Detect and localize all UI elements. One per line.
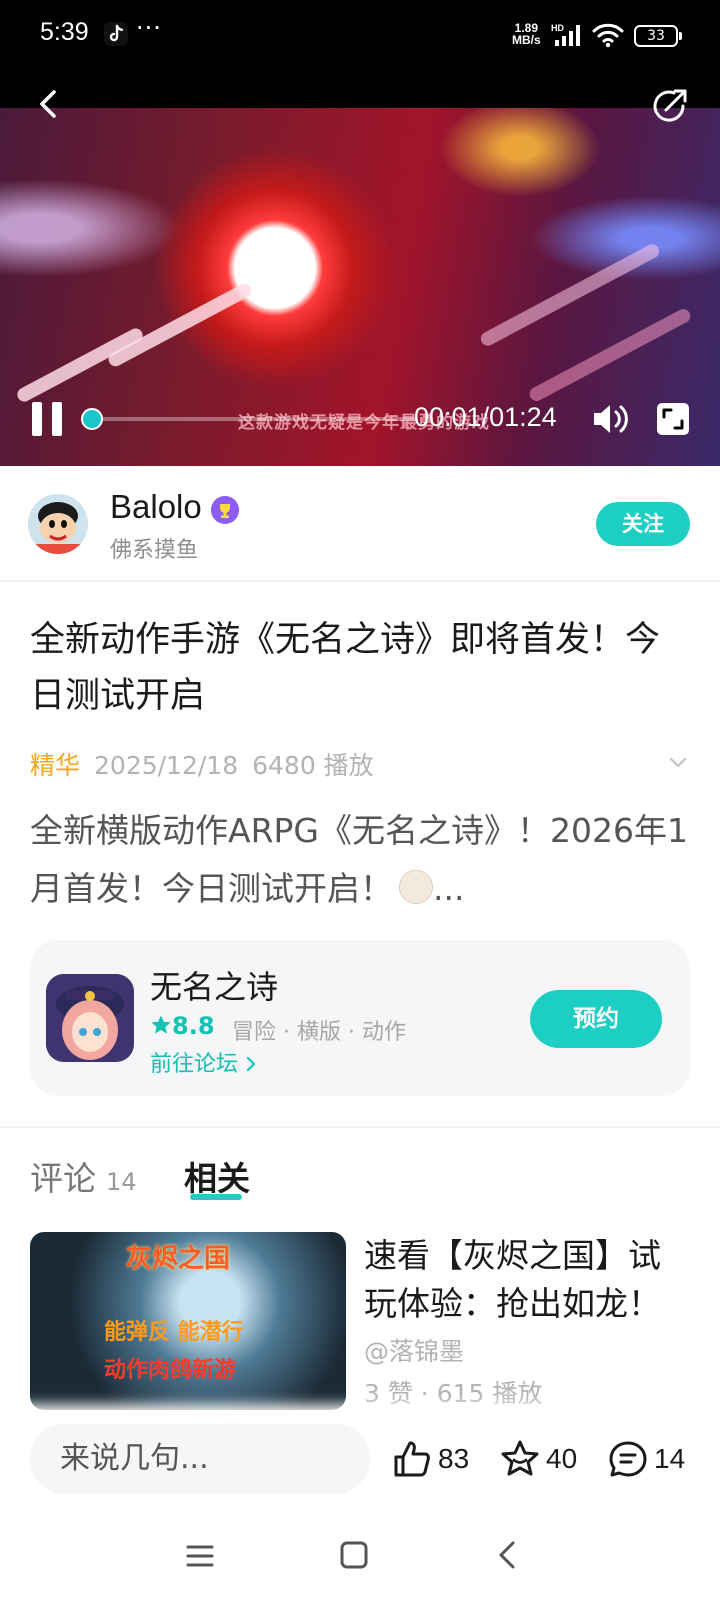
follow-button[interactable]: 关注 <box>596 502 690 546</box>
comment-bubble-icon <box>609 1441 647 1477</box>
status-time: 5:39 <box>40 18 89 46</box>
cat-emoji-icon <box>399 870 433 904</box>
related-title[interactable]: 速看【灰烬之国】试玩体验：抢出如龙！ <box>364 1232 684 1328</box>
game-tags: 冒险 · 横版 · 动作 <box>232 1020 406 1045</box>
game-name: 无名之诗 <box>150 968 279 1006</box>
home-icon[interactable] <box>340 1540 368 1570</box>
like-count: 83 <box>438 1443 470 1474</box>
related-thumbnail[interactable]: 灰烬之国 能弹反 能潜行 动作肉鸽新游 <box>30 1232 346 1410</box>
game-rating: 8.8 <box>150 1012 215 1040</box>
progress-track[interactable] <box>88 417 418 421</box>
thumbs-up-icon <box>394 1441 430 1477</box>
star-outline-icon <box>501 1440 539 1476</box>
share-icon[interactable] <box>650 86 690 126</box>
pause-button[interactable] <box>32 402 64 436</box>
comment-count: 14 <box>654 1443 686 1474</box>
post-plays: 6480 播放 <box>252 751 374 780</box>
system-back-icon[interactable] <box>496 1540 518 1570</box>
progress-knob[interactable] <box>80 408 103 430</box>
favorite-button[interactable]: 40 <box>500 1432 600 1486</box>
author-subtitle: 佛系摸鱼 <box>110 538 199 563</box>
menu-icon[interactable] <box>186 1542 214 1570</box>
net-speed-unit: MB/s <box>512 33 541 47</box>
related-stats: 3 赞 · 615 播放 <box>364 1379 543 1408</box>
like-button[interactable]: 83 <box>392 1432 502 1486</box>
chevron-down-icon[interactable] <box>668 752 688 772</box>
video-timecode: 00:01/01:24 <box>414 402 557 432</box>
tab-related[interactable]: 相关 <box>184 1152 250 1200</box>
trophy-badge-icon <box>211 496 239 524</box>
chevron-right-icon <box>246 1056 256 1072</box>
more-dots: ··· <box>136 14 162 42</box>
tab-comments-count: 14 <box>106 1168 137 1196</box>
post-title: 全新动作手游《无名之诗》即将首发！今日测试开启 <box>30 620 661 716</box>
avatar[interactable] <box>28 494 88 554</box>
system-nav-bar <box>0 1514 720 1600</box>
signal-icon: HD <box>551 23 580 46</box>
fullscreen-icon[interactable] <box>656 402 690 436</box>
forum-link-label: 前往论坛 <box>150 1052 239 1077</box>
post-meta: 精华 2025/12/18 6480 播放 <box>30 746 374 782</box>
featured-tag: 精华 <box>30 751 81 780</box>
volume-icon[interactable] <box>590 400 630 438</box>
tab-comments-label: 评论 <box>30 1159 96 1198</box>
game-rating-value: 8.8 <box>172 1012 215 1040</box>
active-tab-indicator <box>190 1194 242 1200</box>
favorite-count: 40 <box>546 1443 578 1474</box>
game-icon <box>46 974 134 1062</box>
section-divider <box>0 1126 720 1128</box>
post-description-text: 全新横版动作ARPG《无名之诗》！2026年1月首发！今日测试开启！ <box>30 811 688 908</box>
net-type: HD <box>551 23 564 33</box>
thumb-line1: 能弹反 能潜行 <box>104 1320 244 1345</box>
author-row: Balolo 佛系摸鱼 关注 <box>0 466 720 582</box>
comment-button[interactable]: 14 <box>608 1432 708 1486</box>
bottom-action-bar: 来说几句... 83 40 14 <box>0 1410 720 1514</box>
video-controls: 00:01/01:24 <box>0 390 720 450</box>
tab-comments[interactable]: 评论 14 <box>30 1152 137 1200</box>
star-icon <box>151 1015 171 1034</box>
game-card[interactable]: 无名之诗 8.8 冒险 · 横版 · 动作 前往论坛 预约 <box>30 940 690 1096</box>
battery-level: 33 <box>647 28 665 44</box>
comment-input[interactable]: 来说几句... <box>30 1424 370 1494</box>
back-icon[interactable] <box>32 86 68 122</box>
tiktok-icon <box>104 22 128 46</box>
post-description: 全新横版动作ARPG《无名之诗》！2026年1月首发！今日测试开启！... <box>30 811 688 908</box>
net-speed: 1.89 MB/s <box>512 22 541 46</box>
post-date: 2025/12/18 <box>94 751 239 780</box>
status-bar: 5:39 ··· 1.89 MB/s HD 33 <box>0 0 720 74</box>
battery-icon: 33 <box>634 25 682 47</box>
author-name[interactable]: Balolo <box>110 488 202 526</box>
reserve-button[interactable]: 预约 <box>530 990 662 1048</box>
wifi-icon <box>592 23 624 48</box>
related-author[interactable]: @落锦墨 <box>364 1332 464 1368</box>
thumb-title: 灰烬之国 <box>126 1244 231 1274</box>
thumb-line2: 动作肉鸽新游 <box>104 1358 237 1383</box>
forum-link[interactable]: 前往论坛 <box>150 1046 257 1078</box>
